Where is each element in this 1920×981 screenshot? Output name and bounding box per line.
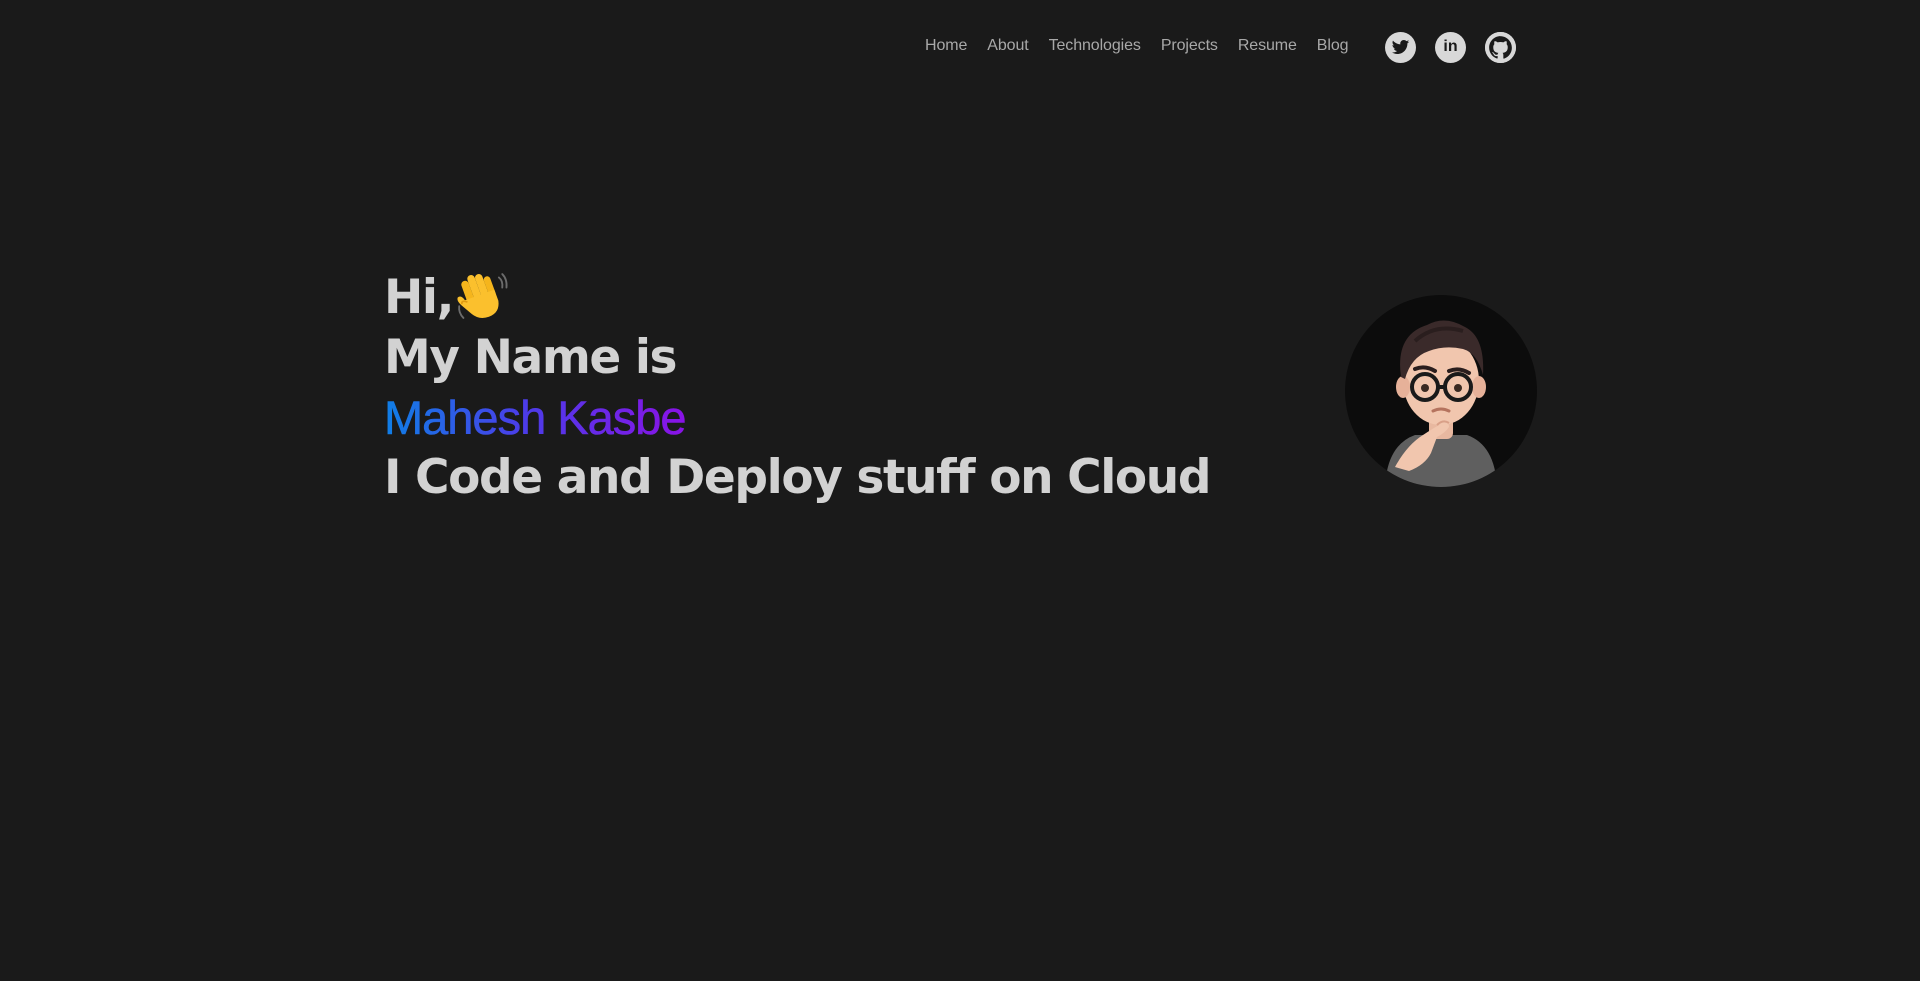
avatar [1345,295,1537,487]
twitter-icon[interactable] [1385,32,1416,63]
greeting-line: Hi, [384,268,1210,328]
social-links: in [1385,32,1516,63]
hero-section: Hi, My Name is Mahesh Kasbe I Code and D… [384,268,1212,508]
github-icon[interactable] [1485,32,1516,63]
main-nav: Home About Technologies Projects Resume … [925,30,1349,62]
nav-home-link[interactable]: Home [925,30,967,62]
author-name: Mahesh Kasbe [384,391,687,445]
greeting-text: Hi, [384,270,455,325]
nav-about-link[interactable]: About [987,30,1028,62]
waving-hand-icon [457,273,508,319]
nav-resume-link[interactable]: Resume [1238,30,1297,62]
intro-line: My Name is [384,330,678,385]
name-line: Mahesh Kasbe [384,388,1210,448]
linkedin-glyph: in [1443,38,1458,55]
nav-projects-link[interactable]: Projects [1161,30,1218,62]
memoji-avatar-icon [1385,320,1497,487]
portfolio-page: Home About Technologies Projects Resume … [0,0,1920,981]
tagline-line: I Code and Deploy stuff on Cloud [384,450,1212,505]
nav-technologies-link[interactable]: Technologies [1049,30,1141,62]
linkedin-icon[interactable]: in [1435,32,1466,63]
nav-blog-link[interactable]: Blog [1317,30,1349,62]
